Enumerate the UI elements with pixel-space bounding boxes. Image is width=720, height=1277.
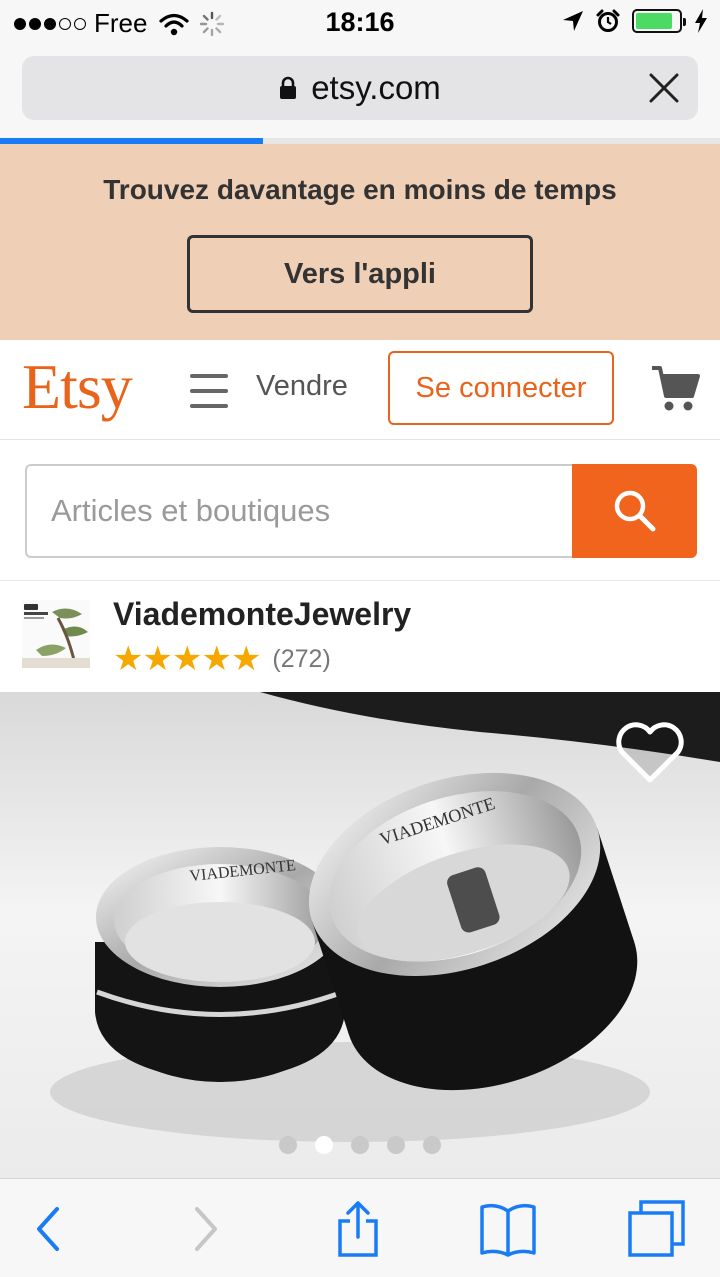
location-arrow-icon <box>563 11 583 31</box>
browser-toolbar <box>0 1178 720 1277</box>
sell-link[interactable]: Vendre <box>256 370 348 403</box>
favorite-heart-icon[interactable] <box>612 720 688 786</box>
search-input[interactable] <box>25 464 573 558</box>
menu-line <box>190 404 228 408</box>
signin-button[interactable]: Se connecter <box>388 351 614 425</box>
star-icon: ★ <box>201 640 232 678</box>
hamburger-menu-icon[interactable] <box>190 374 228 408</box>
search-button[interactable] <box>572 464 697 558</box>
tabs-icon <box>628 1200 685 1257</box>
menu-line <box>190 389 228 393</box>
star-icon: ★ <box>113 640 144 678</box>
cart-icon[interactable] <box>650 362 700 414</box>
share-button[interactable] <box>328 1199 388 1259</box>
bookmarks-button[interactable] <box>478 1199 538 1259</box>
shop-rating: ★ ★ ★ ★ ★ (272) <box>113 642 331 676</box>
battery-level <box>636 13 672 29</box>
carousel-indicator[interactable] <box>0 1136 720 1154</box>
url-display: etsy.com <box>22 56 698 120</box>
search-bar <box>0 441 720 581</box>
browser-address-area: etsy.com <box>0 46 720 142</box>
menu-line <box>190 374 228 378</box>
carousel-dot[interactable] <box>351 1136 369 1154</box>
star-icon: ★ <box>171 640 203 678</box>
url-text: etsy.com <box>311 69 441 106</box>
site-header: Etsy Vendre Se connecter <box>0 340 720 440</box>
star-icon: ★ <box>142 640 173 678</box>
shop-name[interactable]: ViademonteJewelry <box>113 596 411 633</box>
charging-bolt-icon <box>695 9 707 33</box>
url-field[interactable]: etsy.com <box>22 56 698 120</box>
bookmarks-icon <box>480 1203 536 1257</box>
review-count: (272) <box>272 644 331 673</box>
share-icon <box>338 1201 378 1257</box>
close-icon[interactable] <box>646 70 682 106</box>
star-icon: ★ <box>230 640 262 678</box>
page: Free 18:16 etsy.com Trouvez davantage en… <box>0 0 720 1277</box>
back-icon <box>37 1207 59 1251</box>
carousel-dot[interactable] <box>315 1136 333 1154</box>
open-app-button[interactable]: Vers l'appli <box>187 235 533 313</box>
tabs-button[interactable] <box>626 1199 686 1259</box>
shop-logo-image <box>22 600 90 668</box>
battery-icon <box>632 9 686 33</box>
carousel-dot[interactable] <box>423 1136 441 1154</box>
carousel-dot[interactable] <box>387 1136 405 1154</box>
search-icon <box>614 490 655 532</box>
status-bar: Free 18:16 <box>0 0 720 46</box>
product-image-carousel[interactable]: VIADEMONTE VIADEMONTE <box>0 692 720 1178</box>
app-promo-banner: Trouvez davantage en moins de temps Vers… <box>0 144 720 340</box>
forward-button[interactable] <box>176 1199 236 1259</box>
etsy-logo[interactable]: Etsy <box>22 350 133 424</box>
promo-message: Trouvez davantage en moins de temps <box>103 174 617 205</box>
forward-icon <box>195 1207 217 1251</box>
carousel-dot[interactable] <box>279 1136 297 1154</box>
status-right <box>562 9 708 33</box>
shop-info[interactable]: ViademonteJewelry ★ ★ ★ ★ ★ (272) <box>0 582 720 692</box>
lock-icon <box>280 76 297 99</box>
shop-avatar[interactable] <box>22 600 90 668</box>
back-button[interactable] <box>18 1199 78 1259</box>
alarm-icon <box>596 9 620 32</box>
